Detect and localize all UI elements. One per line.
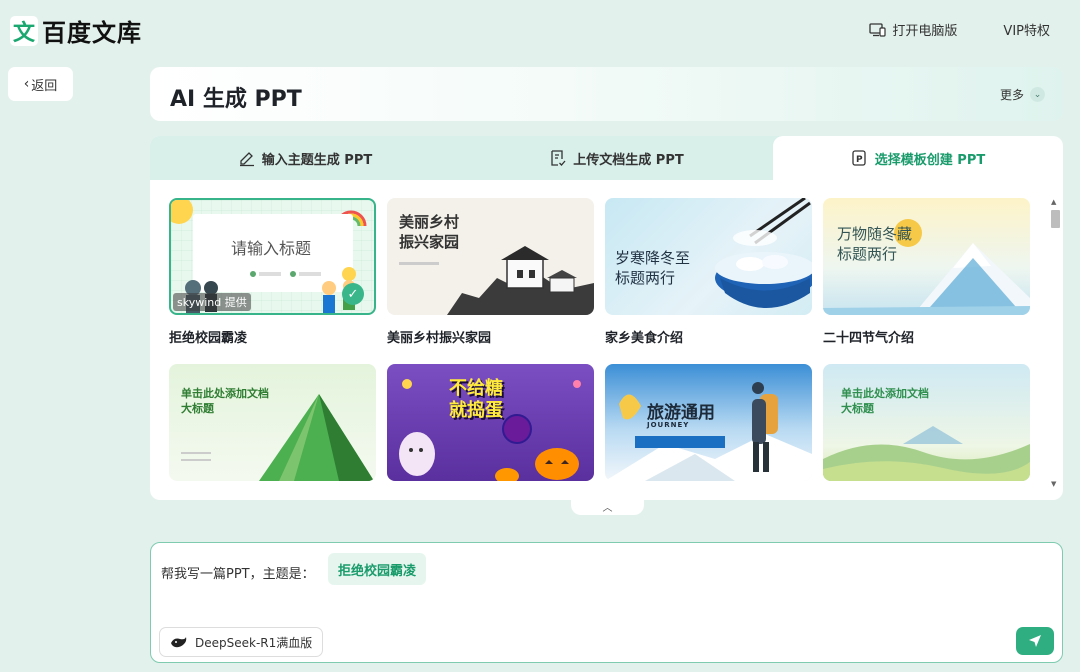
back-button[interactable]: ‹ 返回 bbox=[8, 67, 73, 101]
thumbnail-title: 旅游通用 bbox=[647, 403, 715, 423]
template-card[interactable]: 单击此处添加文档 大标题 bbox=[169, 364, 376, 481]
title-bar: AI 生成 PPT 更多 ⌄ bbox=[150, 67, 1063, 121]
template-thumbnail: 岁寒降冬至 标题两行 bbox=[605, 198, 812, 315]
template-label: 二十四节气介绍 bbox=[823, 331, 915, 346]
template-card[interactable]: 请输入标题 skywind 提供 ✓ 拒绝校园霸凌 bbox=[169, 198, 376, 346]
top-bar: 文 百度文库 打开电脑版 VIP特权 bbox=[0, 0, 1080, 58]
logo-mark-icon: 文 bbox=[10, 15, 38, 46]
more-label: 更多 bbox=[999, 88, 1024, 102]
scroll-up-icon[interactable]: ▲ bbox=[1051, 198, 1056, 206]
tab-label: 上传文档生成 PPT bbox=[573, 152, 684, 168]
model-selector-button[interactable]: DeepSeek-R1满血版 bbox=[159, 627, 324, 657]
chevron-left-icon: ‹ bbox=[23, 76, 30, 92]
monitor-icon bbox=[869, 22, 887, 37]
chevron-down-icon: ⌄ bbox=[1030, 87, 1045, 102]
svg-text:P: P bbox=[856, 155, 863, 165]
thumbnail-title: 单击此处添加文档 大标题 bbox=[181, 387, 269, 415]
green-hills-art bbox=[823, 426, 1030, 481]
thumbnail-title: 万物随冬藏 标题两行 bbox=[837, 225, 913, 263]
model-label: DeepSeek-R1满血版 bbox=[195, 635, 313, 650]
send-button[interactable] bbox=[1016, 627, 1054, 655]
thumbnail-title: 单击此处添加文档 大标题 bbox=[841, 387, 929, 415]
ppt-template-icon: P bbox=[852, 150, 866, 166]
template-label: 拒绝校园霸凌 bbox=[169, 331, 248, 346]
template-scrollbar[interactable]: ▲ ▼ bbox=[1049, 198, 1061, 488]
vip-link[interactable]: VIP特权 bbox=[1003, 20, 1050, 39]
template-card[interactable]: 旅游通用 JOURNEY bbox=[605, 364, 812, 481]
template-grid: 请输入标题 skywind 提供 ✓ 拒绝校园霸凌 美丽乡村 振兴家园 美丽乡村… bbox=[169, 198, 1031, 500]
open-desktop-link[interactable]: 打开电脑版 bbox=[869, 20, 957, 39]
template-thumbnail: 万物随冬藏 标题两行 bbox=[823, 198, 1030, 315]
template-thumbnail: 不给糖 就捣蛋 bbox=[387, 364, 594, 481]
more-button[interactable]: 更多 ⌄ bbox=[1000, 86, 1045, 103]
template-label: 美丽乡村振兴家园 bbox=[387, 331, 492, 346]
tab-upload-document[interactable]: 上传文档生成 PPT bbox=[460, 136, 773, 180]
page-title: AI 生成 PPT bbox=[170, 87, 302, 112]
template-card[interactable]: 岁寒降冬至 标题两行 家乡美食介绍 bbox=[605, 198, 812, 346]
tab-label: 选择模板创建 PPT bbox=[874, 152, 986, 168]
selected-check-icon: ✓ bbox=[342, 283, 364, 305]
logo-text: 百度文库 bbox=[42, 19, 142, 47]
tab-label: 输入主题生成 PPT bbox=[261, 152, 373, 168]
mode-tabs: 输入主题生成 PPT 上传文档生成 PPT P 选择模板创建 PPT bbox=[150, 136, 1063, 180]
leaf-art bbox=[181, 394, 374, 481]
chevron-up-icon: ︿ bbox=[602, 502, 613, 514]
deepseek-whale-icon bbox=[171, 637, 187, 648]
thumbnail-title: 美丽乡村 振兴家园 bbox=[399, 213, 460, 251]
send-icon bbox=[1029, 635, 1041, 647]
open-desktop-label: 打开电脑版 bbox=[892, 24, 958, 39]
back-label: 返回 bbox=[31, 78, 58, 94]
document-upload-icon bbox=[551, 150, 566, 166]
tab-input-topic[interactable]: 输入主题生成 PPT bbox=[150, 136, 460, 180]
top-links: 打开电脑版 VIP特权 bbox=[869, 20, 1050, 39]
prompt-box[interactable]: 帮我写一篇PPT，主题是： 拒绝校园霸凌 DeepSeek-R1满血版 bbox=[150, 542, 1063, 663]
tab-choose-template[interactable]: P 选择模板创建 PPT bbox=[773, 136, 1063, 180]
template-label: 家乡美食介绍 bbox=[605, 331, 684, 346]
scroll-down-icon[interactable]: ▼ bbox=[1051, 480, 1056, 488]
collapse-panel-button[interactable]: ︿ bbox=[571, 497, 644, 515]
template-card[interactable]: 万物随冬藏 标题两行 二十四节气介绍 bbox=[823, 198, 1030, 346]
template-card[interactable]: 不给糖 就捣蛋 bbox=[387, 364, 594, 481]
thumbnail-title: 岁寒降冬至 标题两行 bbox=[615, 249, 691, 287]
logo[interactable]: 文 百度文库 bbox=[10, 13, 142, 48]
pen-edit-icon bbox=[239, 152, 254, 167]
template-thumbnail: 单击此处添加文档 大标题 bbox=[169, 364, 376, 481]
provider-badge: skywind 提供 bbox=[173, 293, 251, 311]
template-card[interactable]: 单击此处添加文档 大标题 bbox=[823, 364, 1030, 481]
prompt-prefix: 帮我写一篇PPT，主题是： bbox=[161, 567, 315, 582]
thumbnail-subtitle: JOURNEY bbox=[647, 421, 690, 429]
scroll-thumb[interactable] bbox=[1051, 210, 1060, 228]
template-thumbnail: 美丽乡村 振兴家园 bbox=[387, 198, 594, 315]
topic-input[interactable]: 拒绝校园霸凌 bbox=[328, 553, 427, 585]
template-thumbnail: 请输入标题 skywind 提供 ✓ bbox=[169, 198, 376, 315]
template-thumbnail: 旅游通用 JOURNEY bbox=[605, 364, 812, 481]
template-thumbnail: 单击此处添加文档 大标题 bbox=[823, 364, 1030, 481]
thumbnail-title: 不给糖 就捣蛋 bbox=[449, 378, 503, 421]
template-card[interactable]: 美丽乡村 振兴家园 美丽乡村振兴家园 bbox=[387, 198, 594, 346]
